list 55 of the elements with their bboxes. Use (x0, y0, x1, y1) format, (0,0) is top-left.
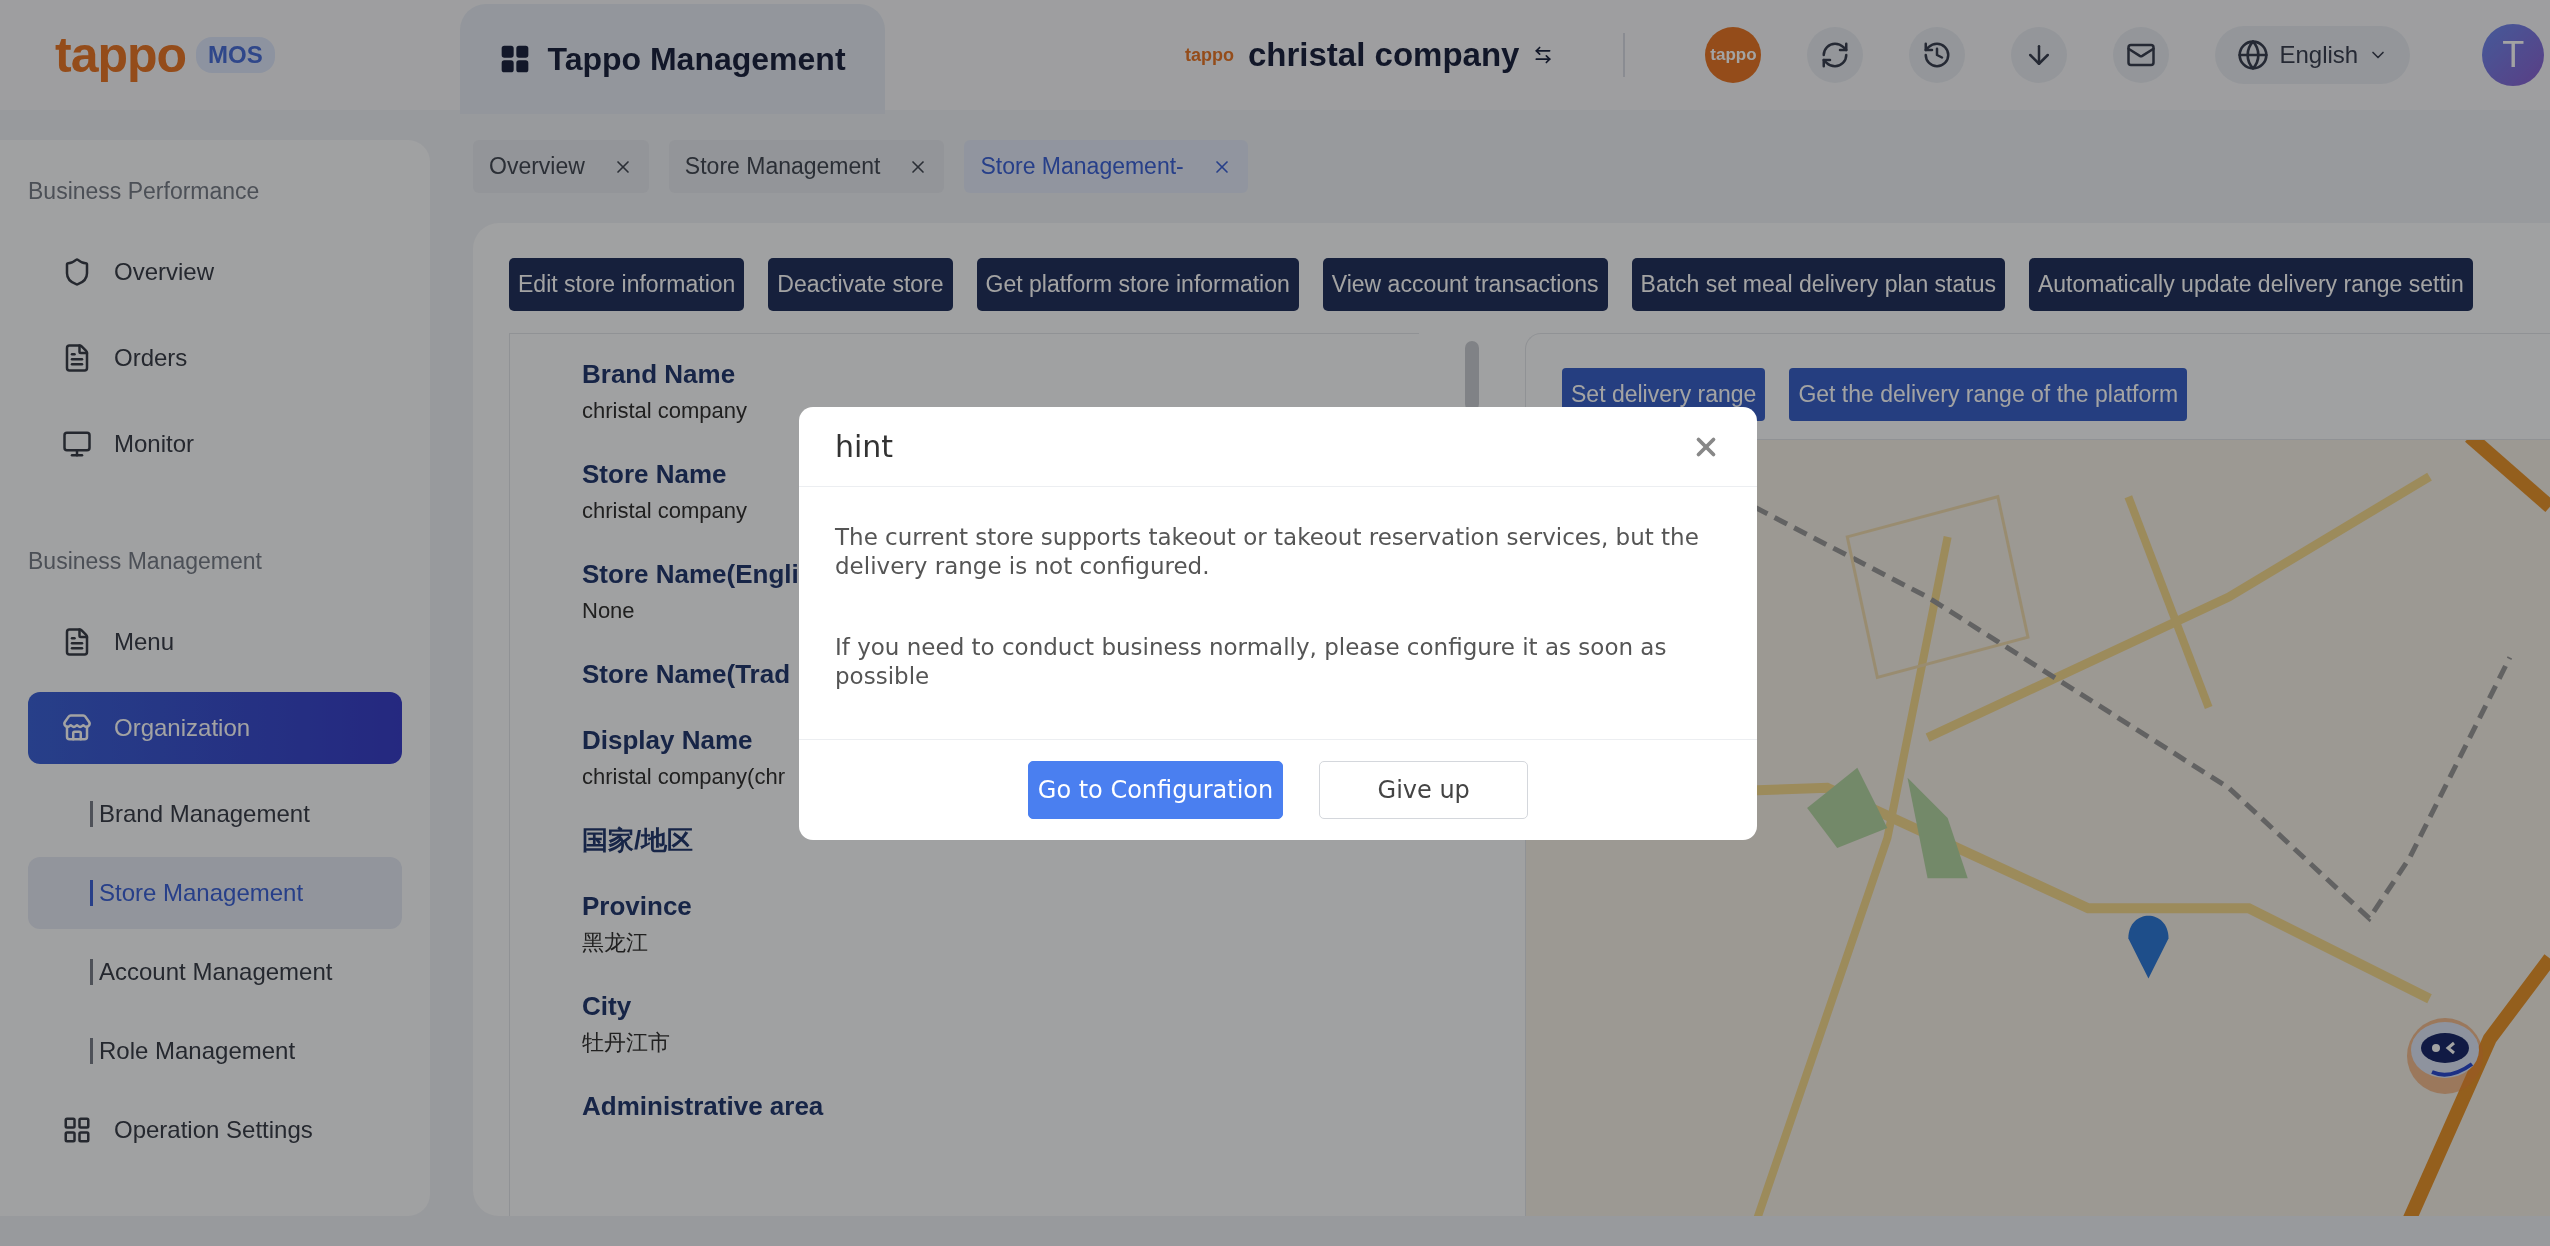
globe-icon (2237, 39, 2270, 71)
field-label: City (582, 990, 632, 1023)
nav-item[interactable]: Overview (28, 236, 402, 308)
field-value: 黑龙江 (582, 929, 648, 957)
nav-subitem[interactable]: Role Management (28, 1015, 402, 1087)
action-button[interactable]: View account transactions (1322, 258, 1608, 311)
page-tab[interactable]: Store Management- (964, 140, 1248, 193)
section-title: Business Performance (28, 177, 261, 206)
action-button[interactable]: Batch set meal delivery plan status (1631, 258, 2005, 311)
language-select[interactable]: English (2215, 26, 2411, 84)
dialog-message: The current store supports takeout or takeout reservation services, but the delivery range is not configured. (835, 523, 1700, 581)
nav-subitem[interactable]: Account Management (28, 936, 402, 1008)
field-value: christal company(chr (582, 763, 785, 791)
nav-item[interactable]: Organization (28, 692, 402, 764)
field-label: Store Name (582, 458, 727, 491)
field-label: Store Name(Engli (582, 558, 799, 591)
cancel-button[interactable]: Give up (1319, 761, 1529, 819)
field-label: Display Name (582, 724, 753, 757)
logo: tappo (55, 26, 187, 84)
field-value: None (582, 597, 635, 625)
page-tab[interactable]: Overview (473, 140, 649, 193)
field-value: 牡丹江市 (582, 1029, 670, 1057)
field-label: 国家/地区 (582, 824, 694, 857)
action-button[interactable]: Get platform store information (976, 258, 1299, 311)
field-value: christal company (582, 497, 748, 525)
nav-item[interactable]: Menu (28, 606, 402, 678)
app-tab[interactable]: Tappo Management (460, 4, 885, 114)
logo-badge: MOS (196, 37, 275, 73)
store-icon (62, 713, 92, 743)
dialog-message: If you need to conduct business normally, please configure it as soon as possible (835, 633, 1668, 691)
section-title: Business Management (28, 547, 263, 576)
dialog-title: hint (835, 429, 894, 464)
nav-item[interactable]: Monitor (28, 408, 402, 480)
monitor-icon (62, 429, 92, 459)
grid-icon (62, 1115, 92, 1145)
nav-subitem[interactable]: Store Management (28, 857, 402, 929)
refresh-icon (1820, 40, 1851, 70)
field-label: Administrative area (582, 1090, 824, 1123)
company-logo: tappo (1185, 44, 1234, 66)
field-value: christal company (582, 397, 748, 425)
field-label: Store Name(Trad (582, 658, 791, 691)
field-label: Province (582, 890, 692, 923)
company-name: christal company (1248, 36, 1520, 74)
app-title: Tappo Management (547, 40, 846, 78)
confirm-button[interactable]: Go to Configuration (1027, 761, 1284, 819)
nav-item[interactable]: Operation Settings (28, 1094, 402, 1166)
map-button[interactable]: Get the delivery range of the platform (1789, 368, 2188, 421)
avatar[interactable]: T (2482, 24, 2545, 86)
nav-item[interactable]: Orders (28, 322, 402, 394)
action-button[interactable]: Automatically update delivery range settin (2028, 258, 2473, 311)
nav-subitem[interactable]: Brand Management (28, 778, 402, 850)
action-button[interactable]: Edit store information (509, 258, 745, 311)
page-tab[interactable]: Store Management (668, 140, 945, 193)
action-button[interactable]: Deactivate store (768, 258, 953, 311)
field-label: Brand Name (582, 358, 736, 391)
